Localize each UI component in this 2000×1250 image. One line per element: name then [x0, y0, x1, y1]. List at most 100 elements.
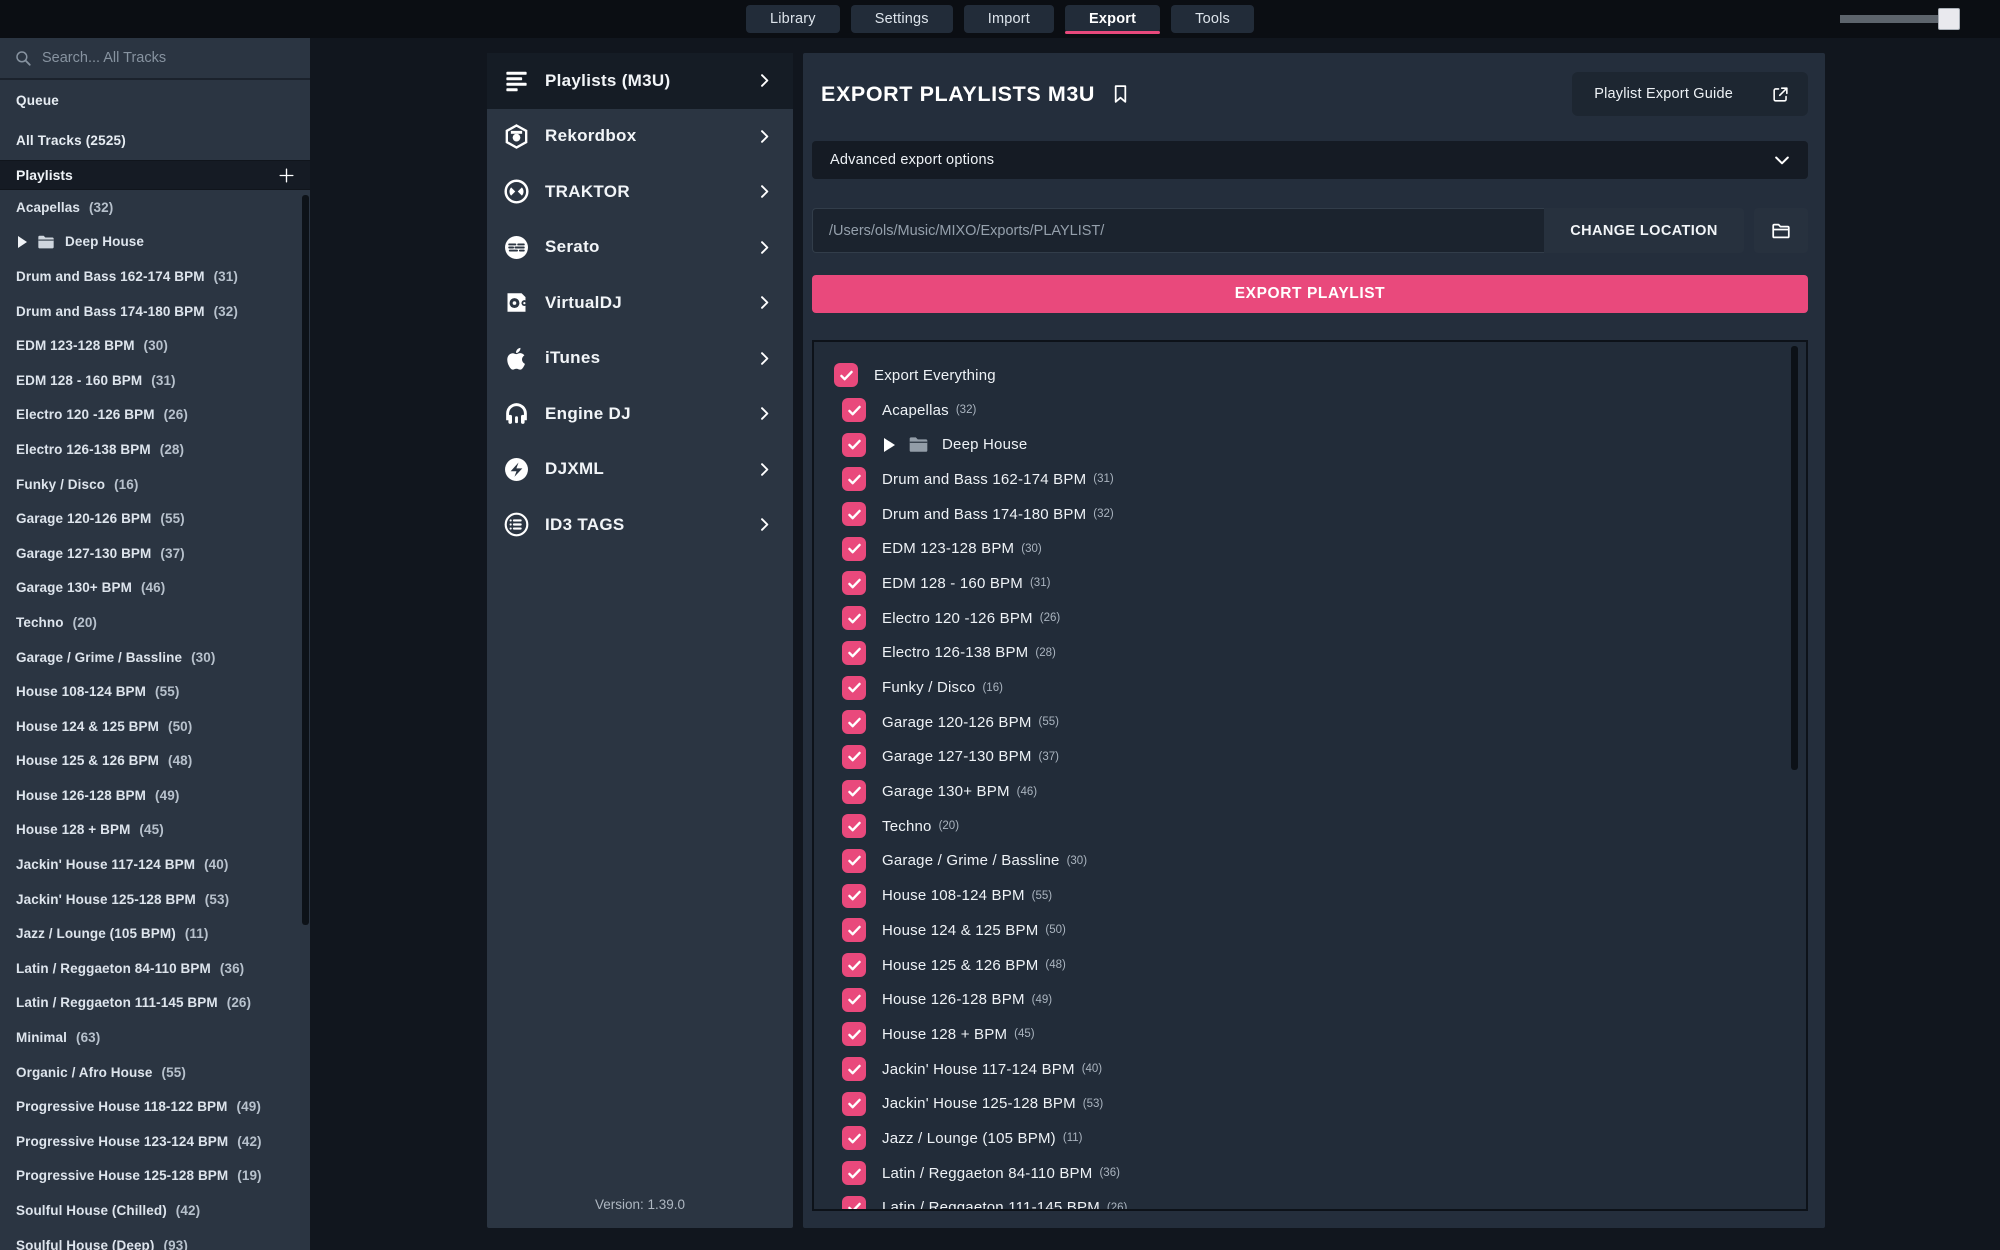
checkbox-checked[interactable] — [842, 432, 866, 457]
sidebar-item-queue[interactable]: Queue — [0, 80, 310, 120]
sidebar-playlist-item[interactable]: Latin / Reggaeton 111-145 BPM (26) — [0, 986, 310, 1021]
checklist-item[interactable]: Drum and Bass 174-180 BPM (32) — [814, 497, 1806, 532]
sidebar-playlist-item[interactable]: Drum and Bass 174-180 BPM (32) — [0, 294, 310, 329]
checklist-item[interactable]: House 126-128 BPM (49) — [814, 982, 1806, 1017]
nav-tab-library[interactable]: Library — [745, 5, 840, 33]
checkbox-checked[interactable] — [842, 779, 866, 804]
format-item-itunes[interactable]: iTunes — [487, 331, 793, 387]
checklist-item[interactable]: Deep House — [814, 427, 1806, 462]
zoom-slider-track[interactable] — [1840, 15, 1952, 23]
checklist-item[interactable]: Jazz / Lounge (105 BPM) (11) — [814, 1121, 1806, 1156]
nav-tab-export[interactable]: Export — [1065, 5, 1161, 34]
sidebar-playlist-item[interactable]: Drum and Bass 162-174 BPM (31) — [0, 259, 310, 294]
checklist-item[interactable]: Drum and Bass 162-174 BPM (31) — [814, 462, 1806, 497]
checklist-item[interactable]: Export Everything — [814, 358, 1806, 393]
change-location-button[interactable]: CHANGE LOCATION — [1544, 208, 1744, 253]
sidebar-playlist-item[interactable]: Acapellas (32) — [0, 190, 310, 225]
checkbox-checked[interactable] — [842, 710, 866, 735]
sidebar-playlist-item[interactable]: Funky / Disco (16) — [0, 467, 310, 502]
add-playlist-icon[interactable] — [277, 166, 296, 185]
checkbox-checked[interactable] — [842, 1091, 866, 1116]
checkbox-checked[interactable] — [842, 1126, 866, 1151]
checkbox-checked[interactable] — [842, 1195, 866, 1209]
sidebar-playlist-item[interactable]: EDM 128 - 160 BPM (31) — [0, 363, 310, 398]
checklist-item[interactable]: Jackin' House 125-128 BPM (53) — [814, 1086, 1806, 1121]
expand-caret-icon[interactable] — [884, 437, 895, 452]
checkbox-checked[interactable] — [842, 640, 866, 665]
sidebar-playlist-item[interactable]: Electro 120 -126 BPM (26) — [0, 398, 310, 433]
sidebar-playlist-item[interactable]: House 128 + BPM (45) — [0, 813, 310, 848]
expand-caret-icon[interactable] — [18, 235, 27, 248]
checkbox-checked[interactable] — [842, 744, 866, 769]
sidebar-playlist-item[interactable]: Soulful House (Chilled) (42) — [0, 1193, 310, 1228]
checkbox-checked[interactable] — [842, 606, 866, 631]
sidebar-playlist-item[interactable]: House 126-128 BPM (49) — [0, 778, 310, 813]
checkbox-checked[interactable] — [842, 987, 866, 1012]
sidebar-playlist-item[interactable]: Progressive House 125-128 BPM (19) — [0, 1159, 310, 1194]
checklist-item[interactable]: Latin / Reggaeton 111-145 BPM (26) — [814, 1191, 1806, 1209]
checkbox-checked[interactable] — [842, 1057, 866, 1082]
export-playlist-button[interactable]: EXPORT PLAYLIST — [812, 275, 1808, 313]
sidebar-playlist-item[interactable]: Garage 127-130 BPM (37) — [0, 536, 310, 571]
search-input[interactable] — [42, 50, 296, 66]
sidebar-playlist-item[interactable]: Jackin' House 117-124 BPM (40) — [0, 847, 310, 882]
sidebar-playlist-item[interactable]: Garage 130+ BPM (46) — [0, 571, 310, 606]
checklist-item[interactable]: Garage / Grime / Bassline (30) — [814, 844, 1806, 879]
checkbox-checked[interactable] — [842, 918, 866, 943]
checklist-item[interactable]: Jackin' House 117-124 BPM (40) — [814, 1052, 1806, 1087]
checkbox-checked[interactable] — [842, 502, 866, 527]
sidebar-playlist-item[interactable]: Jazz / Lounge (105 BPM) (11) — [0, 916, 310, 951]
checkbox-checked[interactable] — [842, 883, 866, 908]
format-item-rekordbox[interactable]: Rekordbox — [487, 109, 793, 165]
checkbox-checked[interactable] — [842, 675, 866, 700]
checklist-item[interactable]: Latin / Reggaeton 84-110 BPM (36) — [814, 1156, 1806, 1191]
format-item-djxml[interactable]: DJXML — [487, 442, 793, 498]
checkbox-checked[interactable] — [842, 571, 866, 596]
format-item-playlists-m3u-[interactable]: Playlists (M3U) — [487, 53, 793, 109]
checkbox-checked[interactable] — [842, 1161, 866, 1186]
sidebar-playlist-item[interactable]: Deep House — [0, 225, 310, 260]
checkbox-checked[interactable] — [842, 536, 866, 561]
sidebar-scrollbar[interactable] — [302, 195, 309, 925]
sidebar-playlist-item[interactable]: Jackin' House 125-128 BPM (53) — [0, 882, 310, 917]
bookmark-icon[interactable] — [1110, 82, 1131, 106]
checkbox-checked[interactable] — [842, 953, 866, 978]
checklist-item[interactable]: EDM 128 - 160 BPM (31) — [814, 566, 1806, 601]
sidebar-playlist-item[interactable]: EDM 123-128 BPM (30) — [0, 328, 310, 363]
checklist-item[interactable]: Funky / Disco (16) — [814, 670, 1806, 705]
checklist-item[interactable]: Acapellas (32) — [814, 393, 1806, 428]
checklist-item[interactable]: Techno (20) — [814, 809, 1806, 844]
playlist-export-guide-button[interactable]: Playlist Export Guide — [1572, 72, 1808, 116]
sidebar-playlist-item[interactable]: Soulful House (Deep) (93) — [0, 1228, 310, 1250]
sidebar-playlist-item[interactable]: Garage / Grime / Bassline (30) — [0, 640, 310, 675]
checkbox-checked[interactable] — [842, 398, 866, 423]
nav-tab-import[interactable]: Import — [963, 5, 1055, 33]
nav-tab-settings[interactable]: Settings — [850, 5, 953, 33]
checkbox-checked[interactable] — [842, 1022, 866, 1047]
sidebar-playlist-item[interactable]: Progressive House 118-122 BPM (49) — [0, 1089, 310, 1124]
checklist-item[interactable]: EDM 123-128 BPM (30) — [814, 531, 1806, 566]
checkbox-checked[interactable] — [834, 363, 858, 388]
checklist-item[interactable]: House 124 & 125 BPM (50) — [814, 913, 1806, 948]
export-path-input[interactable] — [812, 208, 1544, 253]
checklist-item[interactable]: Garage 127-130 BPM (37) — [814, 740, 1806, 775]
zoom-slider-thumb[interactable] — [1938, 8, 1960, 30]
checklist-item[interactable]: House 108-124 BPM (55) — [814, 878, 1806, 913]
sidebar-playlist-item[interactable]: Minimal (63) — [0, 1020, 310, 1055]
sidebar-playlist-item[interactable]: House 125 & 126 BPM (48) — [0, 744, 310, 779]
format-item-virtualdj[interactable]: VirtualDJ — [487, 275, 793, 331]
sidebar-playlist-item[interactable]: House 108-124 BPM (55) — [0, 674, 310, 709]
format-item-engine-dj[interactable]: Engine DJ — [487, 386, 793, 442]
zoom-slider[interactable] — [1840, 8, 1960, 30]
checklist-item[interactable]: Electro 126-138 BPM (28) — [814, 636, 1806, 671]
sidebar-playlist-item[interactable]: Techno (20) — [0, 605, 310, 640]
browse-folder-button[interactable] — [1754, 208, 1808, 253]
sidebar-playlist-item[interactable]: Progressive House 123-124 BPM (42) — [0, 1124, 310, 1159]
format-item-traktor[interactable]: TRAKTOR — [487, 164, 793, 220]
checklist-item[interactable]: Garage 120-126 BPM (55) — [814, 705, 1806, 740]
sidebar-playlist-item[interactable]: House 124 & 125 BPM (50) — [0, 709, 310, 744]
checklist-item[interactable]: House 128 + BPM (45) — [814, 1017, 1806, 1052]
checkbox-checked[interactable] — [842, 814, 866, 839]
checklist-item[interactable]: Garage 130+ BPM (46) — [814, 774, 1806, 809]
nav-tab-tools[interactable]: Tools — [1171, 5, 1255, 33]
